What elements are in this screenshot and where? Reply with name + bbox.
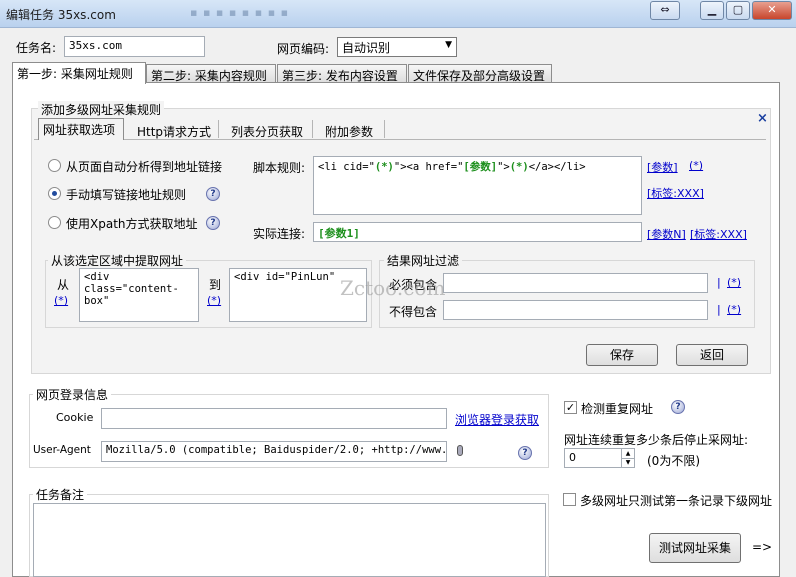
actual-link-label: 实际连接:	[253, 227, 306, 241]
script-text: ">	[497, 161, 510, 173]
encoding-label: 网页编码:	[277, 42, 330, 56]
subtab-sep	[384, 120, 385, 138]
insert-tag-link[interactable]: [标签:XXX]	[647, 185, 704, 201]
restore-arrows-icon[interactable]: ⇔	[650, 1, 680, 20]
script-wildcard: (*)	[374, 161, 394, 173]
radio-xpath[interactable]	[48, 216, 61, 229]
subtab-sep	[218, 120, 219, 138]
filter-sep: |	[717, 303, 721, 316]
cookie-label: Cookie	[56, 411, 94, 424]
multi-level-checkbox[interactable]	[563, 493, 576, 506]
title-bar: 编辑任务 35xs.com ▪ ▪ ▪ ▪ ▪ ▪ ▪ ▪ ⇔ ▁ ▢ ✕	[0, 0, 796, 28]
script-text: <li cid="	[318, 161, 375, 173]
stop-after-value: 0	[569, 451, 576, 464]
close-icon[interactable]: ✕	[752, 1, 792, 20]
to-wildcard-link[interactable]: (*)	[207, 294, 221, 307]
encoding-select[interactable]: 自动识别 ▼	[337, 37, 457, 57]
from-wildcard-link[interactable]: (*)	[54, 294, 68, 307]
check-dup-label: 检测重复网址	[581, 402, 654, 416]
multi-level-label: 多级网址只测试第一条记录下级网址	[580, 494, 773, 508]
script-param: [参数]	[463, 161, 498, 173]
test-url-button[interactable]: 测试网址采集	[649, 533, 741, 563]
tab-step1[interactable]: 第一步: 采集网址规则	[12, 62, 146, 84]
save-button[interactable]: 保存	[586, 344, 658, 366]
from-label: 从	[57, 278, 70, 292]
actual-link-input[interactable]: [参数1]	[313, 222, 642, 242]
not-include-label: 不得包含	[389, 305, 438, 319]
encoding-value: 自动识别	[342, 41, 391, 55]
window-title: 编辑任务 35xs.com	[6, 8, 116, 22]
subtab-sep	[312, 120, 313, 138]
cookie-input[interactable]	[101, 408, 447, 429]
not-include-wildcard-link[interactable]: (*)	[727, 303, 741, 316]
not-include-input[interactable]	[443, 300, 708, 320]
chevron-down-icon: ▼	[445, 40, 452, 50]
stepper-down-icon[interactable]: ▼	[621, 458, 634, 467]
filter-sep: |	[717, 276, 721, 289]
maximize-icon[interactable]: ▢	[726, 1, 750, 20]
insert-tag2-link[interactable]: [标签:XXX]	[690, 226, 747, 242]
help-icon[interactable]: ?	[518, 446, 532, 460]
check-dup-checkbox[interactable]: ✓	[564, 401, 577, 414]
taskbar-ghost: ▪ ▪ ▪ ▪ ▪ ▪ ▪ ▪	[190, 6, 290, 19]
tab-step3[interactable]: 第三步: 发布内容设置	[277, 64, 407, 83]
login-title: 网页登录信息	[33, 386, 112, 403]
browser-login-link[interactable]: 浏览器登录获取	[455, 411, 539, 428]
script-rule-label: 脚本规则:	[253, 161, 306, 175]
notes-title: 任务备注	[33, 486, 88, 503]
minimize-icon[interactable]: ▁	[700, 1, 724, 20]
stepper-up-icon[interactable]: ▲	[621, 449, 634, 458]
script-text: </a></li>	[528, 161, 586, 173]
ua-input[interactable]: Mozilla/5.0 (compatible; Baiduspider/2.0…	[101, 441, 447, 462]
insert-param-link[interactable]: [参数]	[647, 159, 678, 175]
from-textarea[interactable]: <div class="content-box"	[79, 268, 199, 322]
ua-label: User-Agent	[33, 444, 91, 456]
help-icon[interactable]: ?	[206, 216, 220, 230]
subtab-url-options[interactable]: 网址获取选项	[38, 118, 124, 140]
to-label: 到	[209, 278, 222, 292]
ua-picker-icon[interactable]	[457, 445, 463, 456]
script-wildcard: (*)	[509, 161, 529, 173]
rule-group-title: 添加多级网址采集规则	[38, 101, 165, 118]
tab-advanced[interactable]: 文件保存及部分高级设置	[408, 64, 552, 83]
insert-paramN-link[interactable]: [参数N]	[647, 226, 686, 242]
watermark: Zctoo.com	[340, 276, 446, 300]
subtab-http[interactable]: Http请求方式	[137, 123, 211, 140]
task-name-label: 任务名:	[16, 41, 57, 55]
radio-manual-rule-label: 手动填写链接地址规则	[66, 188, 187, 202]
filter-title: 结果网址过滤	[384, 252, 463, 269]
stop-after-label: 网址连续重复多少条后停止采网址:	[564, 433, 749, 447]
must-include-input[interactable]	[443, 273, 708, 293]
subtab-paging[interactable]: 列表分页获取	[231, 123, 303, 140]
region-title: 从该选定区域中提取网址	[48, 252, 187, 269]
radio-auto-analyze-label: 从页面自动分析得到地址链接	[66, 160, 223, 174]
must-include-wildcard-link[interactable]: (*)	[727, 276, 741, 289]
help-icon[interactable]: ?	[206, 187, 220, 201]
close-group-icon[interactable]: ×	[757, 111, 768, 126]
next-arrow: =>	[752, 540, 773, 554]
insert-wildcard-link[interactable]: (*)	[689, 159, 703, 172]
stop-after-hint: (0为不限)	[647, 454, 700, 468]
subtab-params[interactable]: 附加参数	[325, 123, 373, 140]
help-icon[interactable]: ?	[671, 400, 685, 414]
tab-step2[interactable]: 第二步: 采集内容规则	[146, 64, 276, 83]
radio-auto-analyze[interactable]	[48, 159, 61, 172]
script-rule-textarea[interactable]: <li cid="(*)"><a href="[参数]">(*)</a></li…	[313, 156, 642, 215]
radio-xpath-label: 使用Xpath方式获取地址	[66, 217, 198, 231]
radio-manual-rule[interactable]	[48, 187, 61, 200]
script-text: "><a href="	[393, 161, 464, 173]
notes-textarea[interactable]	[33, 503, 546, 577]
stop-after-stepper[interactable]: 0 ▲ ▼	[564, 448, 635, 468]
task-name-input[interactable]: 35xs.com	[64, 36, 205, 57]
back-button[interactable]: 返回	[676, 344, 748, 366]
